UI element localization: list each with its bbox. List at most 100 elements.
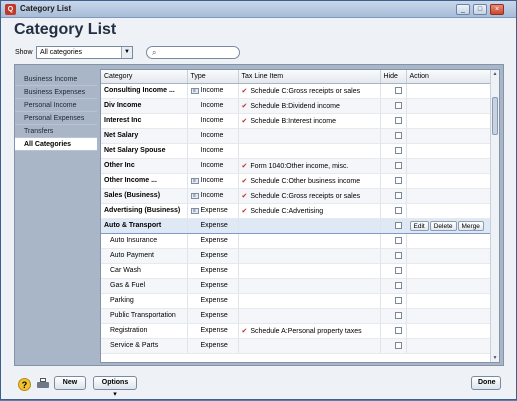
search-box[interactable]: ⌕ — [146, 46, 240, 59]
hide-checkbox[interactable] — [394, 341, 402, 349]
hide-cell — [380, 188, 407, 204]
hide-checkbox[interactable] — [394, 206, 402, 214]
hide-cell — [380, 263, 407, 279]
column-header-hide[interactable]: Hide — [380, 70, 407, 84]
tax-line-cell — [238, 338, 381, 354]
hide-checkbox[interactable] — [394, 236, 402, 244]
column-header-category[interactable]: Category — [101, 70, 188, 84]
hide-cell — [380, 113, 407, 129]
sidebar-item-business-income[interactable]: Business Income — [15, 73, 97, 86]
hide-checkbox[interactable] — [394, 86, 402, 94]
category-name-cell: Consulting Income ... — [101, 83, 188, 99]
category-name-cell: Div Income — [101, 98, 188, 114]
hide-checkbox[interactable] — [394, 131, 402, 139]
action-cell — [406, 248, 491, 264]
tax-line-label: Schedule C:Advertising — [250, 207, 324, 215]
action-cell — [406, 98, 491, 114]
hide-checkbox[interactable] — [394, 296, 402, 304]
table-row[interactable]: Gas & Fuel Expense — [101, 278, 491, 294]
hide-cell — [380, 323, 407, 339]
hide-checkbox[interactable] — [394, 326, 402, 334]
column-header-action[interactable]: Action — [406, 70, 491, 84]
type-cell: Expense — [187, 308, 239, 324]
scroll-down-icon[interactable]: ▼ — [491, 354, 499, 362]
hide-checkbox[interactable] — [394, 266, 402, 274]
action-cell — [406, 128, 491, 144]
column-header-type[interactable]: Type — [187, 70, 239, 84]
type-cell: Expense — [187, 263, 239, 279]
minimize-button[interactable]: _ — [456, 4, 470, 15]
table-row[interactable]: Sales (Business) ≡ Income ✔ Schedule C:Gross… — [101, 188, 491, 204]
edit-category-button[interactable]: Edit — [409, 220, 429, 231]
scroll-up-icon[interactable]: ▲ — [491, 70, 499, 78]
show-filter-select[interactable]: All categories ▼ — [36, 46, 133, 59]
sidebar-item-personal-expenses[interactable]: Personal Expenses — [15, 112, 97, 125]
action-cell — [406, 188, 491, 204]
tax-line-cell — [238, 308, 381, 324]
type-value: Expense — [191, 342, 228, 349]
column-header-tax-line-item[interactable]: Tax Line Item — [238, 70, 381, 84]
tax-checkmark-icon: ✔ — [241, 192, 248, 200]
type-value: Income — [191, 147, 224, 154]
type-label: Income — [200, 177, 224, 184]
table-row[interactable]: Auto Insurance Expense — [101, 233, 491, 249]
table-row[interactable]: Interest Inc Income ✔ Schedule B:Interest i… — [101, 113, 491, 129]
table-row[interactable]: Public Transportation Expense — [101, 308, 491, 324]
type-value: ≡ Expense — [190, 207, 228, 214]
hide-checkbox[interactable] — [394, 191, 402, 199]
sidebar-item-transfers[interactable]: Transfers — [15, 125, 97, 138]
merge-category-button[interactable]: Merge — [457, 220, 484, 231]
hide-checkbox[interactable] — [394, 146, 402, 154]
table-row[interactable]: Car Wash Expense — [101, 263, 491, 279]
tax-line-label: Schedule C:Gross receipts or sales — [250, 192, 361, 200]
type-value: Income — [191, 102, 224, 109]
table-row[interactable]: Service & Parts Expense — [101, 338, 491, 354]
sidebar-item-all-categories[interactable]: All Categories — [15, 138, 97, 151]
options-button[interactable]: Options ▾ — [93, 376, 137, 398]
quicken-app-icon: Q — [5, 4, 16, 15]
tax-line-label: Schedule C:Gross receipts or sales — [250, 87, 361, 95]
table-row[interactable]: Div Income Income ✔ Schedule B:Dividend inc… — [101, 98, 491, 114]
hide-checkbox[interactable] — [394, 221, 402, 229]
table-row[interactable]: Auto Payment Expense — [101, 248, 491, 264]
close-button[interactable]: × — [490, 4, 504, 15]
type-cell: Income — [187, 113, 239, 129]
tax-checkmark-icon: ✔ — [241, 327, 248, 335]
tax-line-label: Schedule A:Personal property taxes — [250, 327, 362, 335]
hide-checkbox[interactable] — [394, 311, 402, 319]
table-row[interactable]: Other Income ... ≡ Income ✔ Schedule C:Other… — [101, 173, 491, 189]
delete-category-button[interactable]: Delete — [429, 220, 457, 231]
tax-checkmark-icon: ✔ — [241, 102, 248, 110]
table-row[interactable]: Advertising (Business) ≡ Expense ✔ Schedule … — [101, 203, 491, 219]
type-label: Income — [200, 102, 224, 109]
table-row[interactable]: Parking Expense — [101, 293, 491, 309]
search-input[interactable] — [162, 48, 236, 57]
maximize-button[interactable]: □ — [473, 4, 487, 15]
table-row[interactable]: Net Salary Income — [101, 128, 491, 144]
vertical-scrollbar[interactable]: ▲ ▼ — [490, 70, 499, 362]
tax-line-cell: ✔ Schedule B:Interest income — [238, 113, 381, 129]
hide-checkbox[interactable] — [394, 281, 402, 289]
hide-checkbox[interactable] — [394, 101, 402, 109]
scrollbar-thumb[interactable] — [492, 97, 498, 135]
type-label: Income — [200, 117, 224, 124]
type-label: Income — [200, 147, 224, 154]
new-button[interactable]: New — [54, 376, 86, 390]
sidebar-item-personal-income[interactable]: Personal Income — [15, 99, 97, 112]
table-row[interactable]: Net Salary Spouse Income — [101, 143, 491, 159]
help-icon[interactable]: ? — [18, 378, 31, 391]
hide-checkbox[interactable] — [394, 116, 402, 124]
type-label: Income — [200, 192, 224, 199]
table-row[interactable]: Other Inc Income ✔ Form 1040:Other income, … — [101, 158, 491, 174]
print-icon[interactable] — [37, 378, 49, 390]
sidebar-item-business-expenses[interactable]: Business Expenses — [15, 86, 97, 99]
table-row[interactable]: Auto & Transport Expense Edit Delete Merge — [101, 217, 491, 234]
done-button[interactable]: Done — [471, 376, 501, 390]
table-row[interactable]: Consulting Income ... ≡ Income ✔ Schedule C:… — [101, 83, 491, 99]
table-row[interactable]: Registration Expense ✔ Schedule A:Personal … — [101, 323, 491, 339]
hide-checkbox[interactable] — [394, 176, 402, 184]
type-value: ≡ Income — [190, 177, 224, 184]
hide-cell — [380, 203, 407, 219]
hide-checkbox[interactable] — [394, 161, 402, 169]
hide-checkbox[interactable] — [394, 251, 402, 259]
